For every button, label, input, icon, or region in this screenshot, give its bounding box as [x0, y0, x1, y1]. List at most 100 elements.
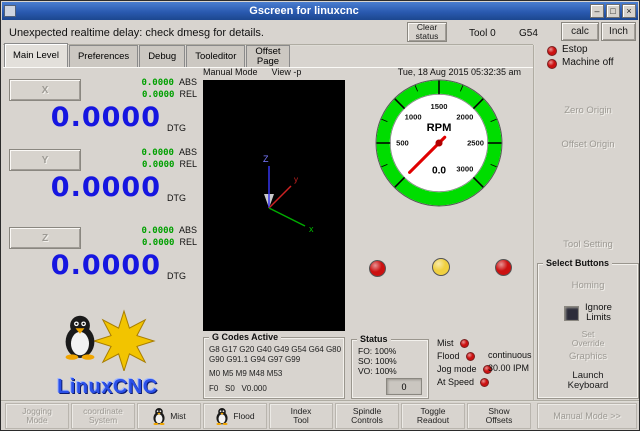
- gcodes-frame: G Codes Active G8 G17 G20 G40 G49 G54 G6…: [203, 337, 345, 399]
- window-title: Gscreen for linuxcnc: [20, 3, 588, 20]
- svg-text:3000: 3000: [456, 164, 473, 173]
- coord-system-label: G54: [519, 28, 538, 39]
- panel-separator: [533, 45, 535, 401]
- mist-button-label: Mist: [170, 412, 186, 421]
- x-axis-line: [269, 208, 305, 226]
- window-controls: – □ ×: [588, 4, 636, 18]
- mist-label: Mist: [437, 338, 454, 348]
- flood-button[interactable]: Flood: [203, 403, 267, 429]
- axis-y-dtg-value: 0.0000: [9, 172, 161, 203]
- mist-button[interactable]: Mist: [137, 403, 201, 429]
- jog-mode-value: continuous: [488, 350, 532, 360]
- svg-text:2000: 2000: [456, 113, 473, 122]
- fsv-line: F0 S0 V0.000: [209, 384, 267, 394]
- titlebar[interactable]: Gscreen for linuxcnc – □ ×: [2, 2, 638, 20]
- axis-y-abs-label: ABS: [179, 147, 197, 157]
- mcodes-line: M0 M5 M9 M48 M53: [209, 369, 282, 379]
- flood-button-label: Flood: [233, 412, 254, 421]
- axis-y-rel-value: 0.0000: [142, 160, 175, 170]
- axis-z-letter: Z: [42, 234, 48, 243]
- ignore-limits-checkbox-icon: [564, 306, 579, 321]
- mist-led: [460, 339, 469, 348]
- axis-y-letter: Y: [42, 156, 49, 165]
- realtime-delay-message: Unexpected realtime delay: check dmesg f…: [9, 27, 264, 39]
- offset-origin-button[interactable]: Offset Origin: [539, 131, 637, 159]
- axis-x-button[interactable]: X: [9, 79, 81, 101]
- axis-z-abs-row: 0.0000 ABS: [97, 225, 197, 236]
- feed-override-label: FO: 100%: [358, 346, 396, 356]
- graphics-button[interactable]: Graphics: [545, 350, 631, 363]
- at-speed-led: [480, 378, 489, 387]
- spindle-override-label: SO: 100%: [358, 356, 397, 366]
- velocity-override-label: VO: 100%: [358, 366, 397, 376]
- set-override-button[interactable]: Set Override: [545, 330, 631, 348]
- clear-status-button[interactable]: Clear status: [407, 22, 447, 42]
- ignore-limits-label: Ignore Limits: [585, 303, 612, 323]
- jog-mode-label: Jog mode: [437, 364, 477, 374]
- spindle-controls-button[interactable]: Spindle Controls: [335, 403, 399, 429]
- homing-button[interactable]: Homing: [545, 277, 631, 295]
- axis-y-rel-label: REL: [179, 159, 197, 169]
- axis-z-button[interactable]: Z: [9, 227, 81, 249]
- gcodes-line-1: G8 G17 G20 G40 G49 G54 G64 G80: [209, 345, 341, 355]
- tab-debug[interactable]: Debug: [139, 45, 185, 67]
- svg-text:2500: 2500: [467, 139, 484, 148]
- z-axis-label: Z: [263, 154, 269, 164]
- axis-x-abs-label: ABS: [179, 77, 197, 87]
- rpm-gauge: 50010001500200025003000RPM0.0: [373, 77, 505, 209]
- axis-y-abs-value: 0.0000: [141, 148, 174, 158]
- estop-led: [547, 46, 557, 56]
- view-label: View -p: [272, 67, 302, 78]
- gcodes-title: G Codes Active: [209, 332, 281, 342]
- minimize-button[interactable]: –: [590, 4, 604, 18]
- svg-text:0.0: 0.0: [432, 165, 446, 176]
- tab-preferences[interactable]: Preferences: [69, 45, 138, 67]
- show-offsets-button[interactable]: Show Offsets: [467, 403, 531, 429]
- axis-z-dtg-value: 0.0000: [9, 250, 161, 281]
- launch-keyboard-button[interactable]: Launch Keyboard: [545, 366, 631, 396]
- machine-off-label[interactable]: Machine off: [562, 57, 614, 68]
- logo-penguin-graphic: [38, 309, 178, 371]
- logo-text: LinuxCNC: [35, 376, 180, 399]
- estop-label[interactable]: Estop: [562, 44, 588, 55]
- index-tool-button[interactable]: Index Tool: [269, 403, 333, 429]
- jogging-mode-button[interactable]: Jogging Mode: [5, 403, 69, 429]
- status-title: Status: [357, 334, 391, 344]
- gremlin-preview[interactable]: Z y x: [203, 80, 345, 331]
- axis-x-dtg-value: 0.0000: [9, 102, 161, 133]
- toolbar-separator: [1, 400, 639, 402]
- coordinate-system-button[interactable]: coordinate System: [71, 403, 135, 429]
- axis-x-rel-label: REL: [179, 89, 197, 99]
- app-window: Gscreen for linuxcnc – □ × Unexpected re…: [0, 0, 640, 431]
- tab-offset-page[interactable]: Offset Page: [246, 45, 289, 67]
- rpm-gauge-dial: 50010001500200025003000RPM0.0: [373, 77, 505, 209]
- window-menu-icon[interactable]: [4, 5, 16, 17]
- zero-origin-button[interactable]: Zero Origin: [539, 97, 637, 125]
- tab-main-level[interactable]: Main Level: [4, 43, 68, 67]
- axis-y-rel-row: 0.0000 REL: [97, 159, 197, 170]
- linuxcnc-logo: LinuxCNC: [35, 309, 180, 399]
- at-speed-label: At Speed: [437, 377, 474, 387]
- indicator-light-center: [432, 258, 450, 276]
- flood-led: [466, 352, 475, 361]
- axis-z-rel-row: 0.0000 REL: [97, 237, 197, 248]
- axis-x-letter: X: [42, 86, 49, 95]
- axis-z-rel-label: REL: [179, 237, 197, 247]
- svg-text:1500: 1500: [431, 102, 448, 111]
- axis-y-button[interactable]: Y: [9, 149, 81, 171]
- ignore-limits-toggle[interactable]: Ignore Limits: [541, 299, 635, 327]
- mode-next-button[interactable]: Manual Mode >>: [537, 403, 637, 429]
- status-readout-box[interactable]: 0: [386, 378, 422, 395]
- maximize-button[interactable]: □: [606, 4, 620, 18]
- select-buttons-title: Select Buttons: [543, 258, 612, 268]
- y-axis-label: y: [294, 175, 298, 184]
- toggle-readout-button[interactable]: Toggle Readout: [401, 403, 465, 429]
- close-button[interactable]: ×: [622, 4, 636, 18]
- tab-tooleditor[interactable]: Tooleditor: [186, 45, 245, 67]
- flood-indicator-row: Flood: [437, 351, 475, 361]
- svg-text:500: 500: [396, 139, 409, 148]
- tool-setting-button[interactable]: Tool Setting: [539, 231, 637, 259]
- machine-off-led: [547, 59, 557, 69]
- calc-button[interactable]: calc: [561, 22, 599, 41]
- units-toggle-button[interactable]: Inch: [601, 22, 636, 41]
